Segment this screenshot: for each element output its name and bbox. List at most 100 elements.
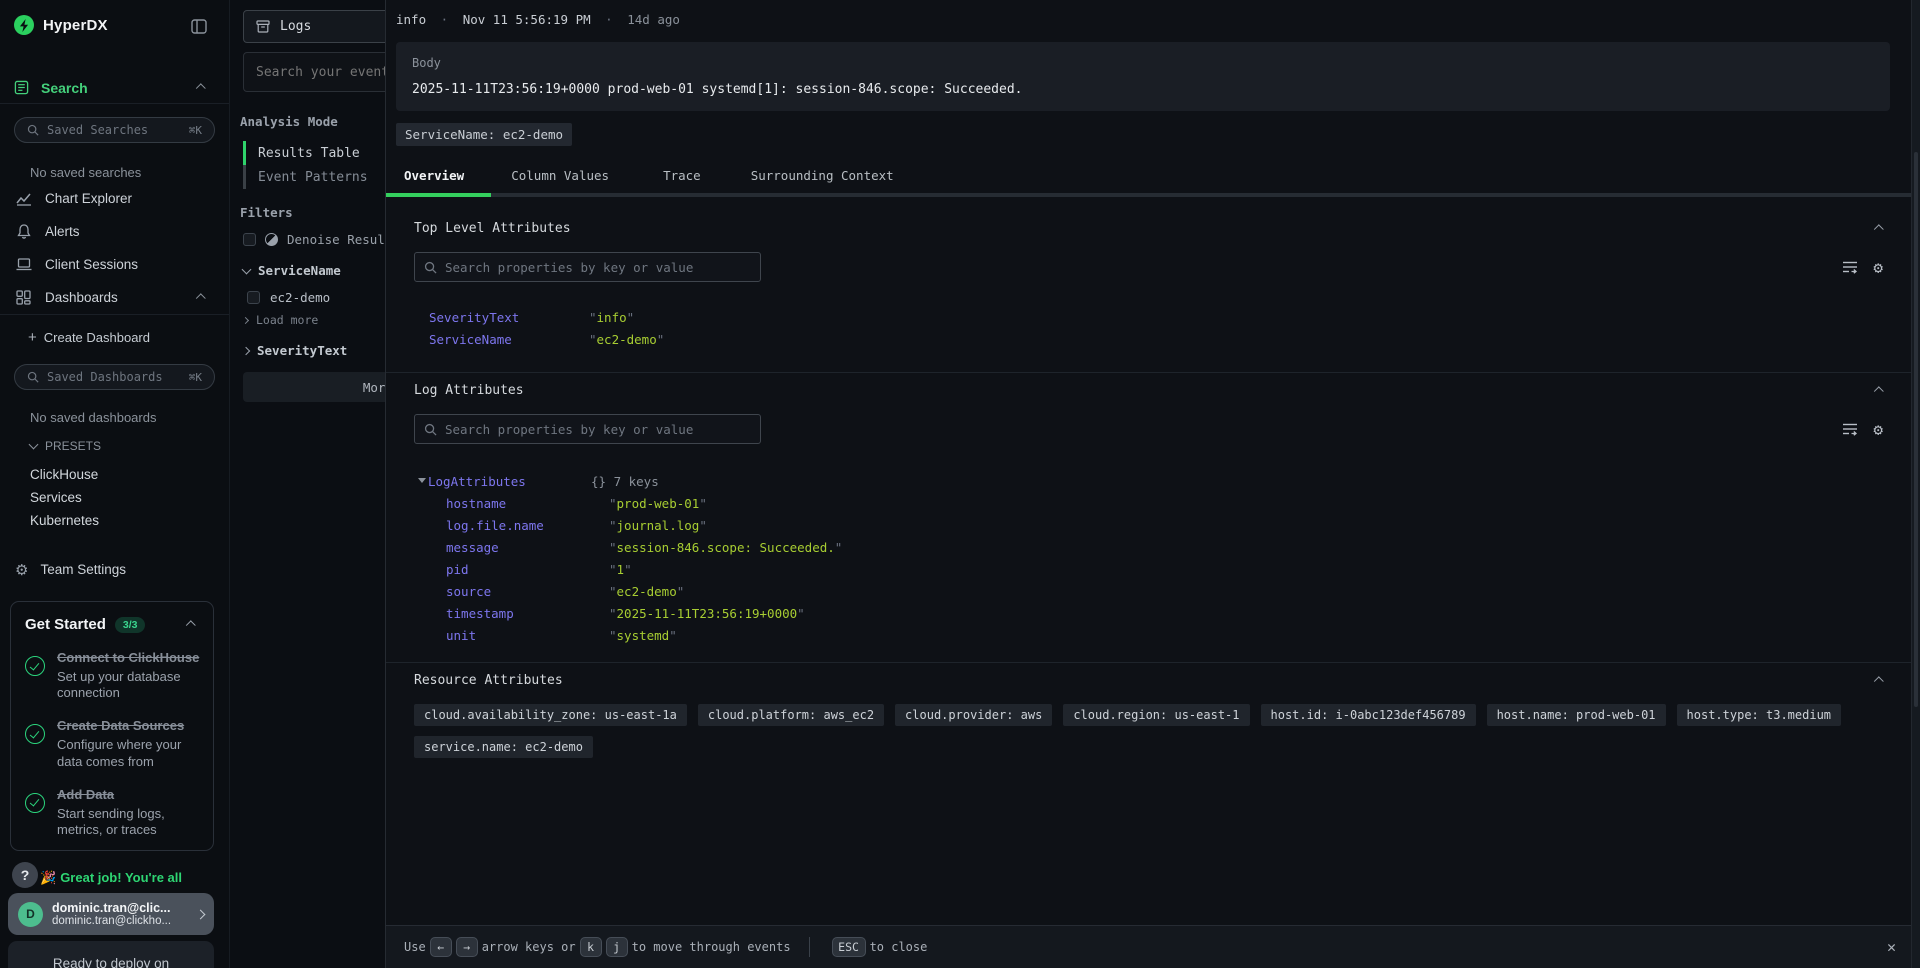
get-started-item[interactable]: Connect to ClickHouse Set up your databa… — [25, 650, 201, 701]
attribute-key[interactable]: unit — [446, 628, 609, 643]
presets-label: PRESETS — [45, 439, 101, 453]
resource-chip[interactable]: cloud.platform: aws_ec2 — [698, 704, 884, 726]
wrap-lines-icon[interactable] — [1842, 422, 1858, 436]
search-icon — [424, 423, 437, 436]
attribute-key[interactable]: pid — [446, 562, 609, 577]
arrow-right-key: → — [456, 937, 478, 957]
scrollbar[interactable] — [1911, 0, 1920, 968]
attribute-value[interactable]: prod-web-01 — [609, 496, 707, 511]
app-title: HyperDX — [43, 17, 108, 34]
collapse-sidebar-icon[interactable] — [191, 19, 207, 34]
attribute-key[interactable]: log.file.name — [446, 518, 609, 533]
attribute-value[interactable]: 2025-11-11T23:56:19+0000 — [609, 606, 805, 621]
filter-value-label: ec2-demo — [270, 290, 330, 305]
sidebar-search-label: Search — [41, 80, 88, 96]
attribute-value[interactable]: ec2-demo — [589, 332, 664, 347]
resource-chip[interactable]: cloud.availability_zone: us-east-1a — [414, 704, 687, 726]
sidebar-item-client-sessions[interactable]: Client Sessions — [0, 248, 229, 281]
presets-toggle[interactable]: PRESETS — [30, 439, 229, 453]
service-name-tag[interactable]: ServiceName: ec2-demo — [396, 123, 572, 146]
resource-chip[interactable]: cloud.provider: aws — [895, 704, 1052, 726]
collapse-section-icon[interactable] — [1874, 224, 1884, 234]
chevron-up-icon[interactable] — [186, 620, 196, 630]
attribute-key[interactable]: timestamp — [446, 606, 609, 621]
get-started-item[interactable]: Create Data Sources Configure where your… — [25, 718, 201, 769]
arrow-left-key: ← — [430, 937, 452, 957]
resource-chip[interactable]: host.name: prod-web-01 — [1487, 704, 1666, 726]
attribute-key[interactable]: message — [446, 540, 609, 555]
laptop-icon — [15, 258, 32, 271]
attribute-key[interactable]: ServiceName — [429, 332, 589, 347]
attribute-value[interactable]: journal.log — [609, 518, 707, 533]
expand-triangle-icon[interactable] — [418, 478, 426, 483]
attribute-value[interactable]: systemd — [609, 628, 677, 643]
property-search-input[interactable] — [445, 260, 751, 275]
close-icon[interactable]: ✕ — [1887, 938, 1896, 956]
help-button[interactable]: ? — [12, 862, 38, 888]
tab-column-values[interactable]: Column Values — [486, 160, 631, 193]
user-menu[interactable]: D dominic.tran@clic... dominic.tran@clic… — [8, 893, 214, 935]
hint-text: to close — [870, 940, 928, 954]
load-more-label: Load more — [256, 313, 318, 327]
scrollbar-thumb[interactable] — [1914, 152, 1918, 707]
user-name: dominic.tran@clic... — [52, 901, 188, 915]
task-desc: Configure where your data comes from — [57, 737, 201, 770]
search-icon — [27, 371, 39, 383]
attribute-key[interactable]: hostname — [446, 496, 609, 511]
attribute-row: ServiceName ec2-demo — [414, 328, 1883, 350]
collapse-section-icon[interactable] — [1874, 386, 1884, 396]
gear-icon[interactable]: ⚙ — [1873, 258, 1883, 277]
attribute-key[interactable]: SeverityText — [429, 310, 589, 325]
dashboards-grid-icon — [15, 290, 32, 305]
resource-chip[interactable]: host.id: i-0abc123def456789 — [1261, 704, 1476, 726]
tab-trace[interactable]: Trace — [631, 160, 723, 193]
resource-chip[interactable]: cloud.region: us-east-1 — [1063, 704, 1249, 726]
property-search[interactable] — [414, 414, 761, 444]
resource-chip[interactable]: service.name: ec2-demo — [414, 736, 593, 758]
success-toast: 🎉Great job! You're all — [40, 870, 205, 887]
wrap-lines-icon[interactable] — [1842, 260, 1858, 274]
shortcut-hint: ⌘K — [189, 124, 202, 137]
preset-clickhouse[interactable]: ClickHouse — [30, 463, 229, 486]
resource-chip[interactable]: host.type: t3.medium — [1677, 704, 1842, 726]
attribute-value[interactable]: 1 — [609, 562, 632, 577]
sidebar-item-chart-explorer[interactable]: Chart Explorer — [0, 182, 229, 215]
sidebar-item-alerts[interactable]: Alerts — [0, 215, 229, 248]
preset-services[interactable]: Services — [30, 486, 229, 509]
overview-content: Top Level Attributes ⚙ SeverityText info — [386, 193, 1911, 925]
attribute-row: pid 1 — [414, 558, 1883, 580]
user-email: dominic.tran@clickho... — [52, 915, 188, 927]
denoise-label: Denoise Results — [287, 232, 400, 247]
gear-icon: ⚙ — [15, 561, 28, 579]
nav-label: Alerts — [45, 224, 80, 239]
saved-searches-input[interactable]: Saved Searches ⌘K — [14, 117, 215, 143]
log-body-text: 2025-11-11T23:56:19+0000 prod-web-01 sys… — [412, 82, 1874, 97]
deploy-banner[interactable]: Ready to deploy on — [8, 941, 214, 968]
preset-kubernetes[interactable]: Kubernetes — [30, 509, 229, 532]
esc-key: ESC — [832, 937, 866, 957]
attribute-value[interactable]: info — [589, 310, 634, 325]
attribute-value[interactable]: ec2-demo — [609, 584, 684, 599]
sidebar-item-team-settings[interactable]: ⚙ Team Settings — [0, 558, 229, 581]
attribute-row: unit systemd — [414, 624, 1883, 646]
attribute-value[interactable]: session-846.scope: Succeeded. — [609, 540, 842, 555]
property-search-input[interactable] — [445, 422, 751, 437]
get-started-item[interactable]: Add Data Start sending logs, metrics, or… — [25, 787, 201, 838]
keys-count: {} 7 keys — [591, 474, 659, 489]
filter-group-label: SeverityText — [257, 343, 347, 358]
checkbox-icon — [243, 233, 256, 246]
top-level-attributes-section: Top Level Attributes ⚙ SeverityText info — [386, 193, 1911, 373]
section-title: Top Level Attributes — [414, 221, 571, 236]
attribute-row: log.file.name journal.log — [414, 514, 1883, 536]
saved-dashboards-input[interactable]: Saved Dashboards ⌘K — [14, 364, 215, 390]
attribute-key[interactable]: LogAttributes — [428, 474, 591, 489]
attribute-key[interactable]: source — [446, 584, 609, 599]
sidebar-item-dashboards[interactable]: Dashboards — [0, 281, 229, 314]
tab-surrounding-context[interactable]: Surrounding Context — [723, 160, 916, 193]
tab-overview[interactable]: Overview — [386, 160, 486, 193]
property-search[interactable] — [414, 252, 761, 282]
gear-icon[interactable]: ⚙ — [1873, 420, 1883, 439]
collapse-section-icon[interactable] — [1874, 676, 1884, 686]
create-dashboard-button[interactable]: Create Dashboard — [0, 323, 229, 351]
sidebar-item-search[interactable]: Search — [0, 72, 229, 104]
